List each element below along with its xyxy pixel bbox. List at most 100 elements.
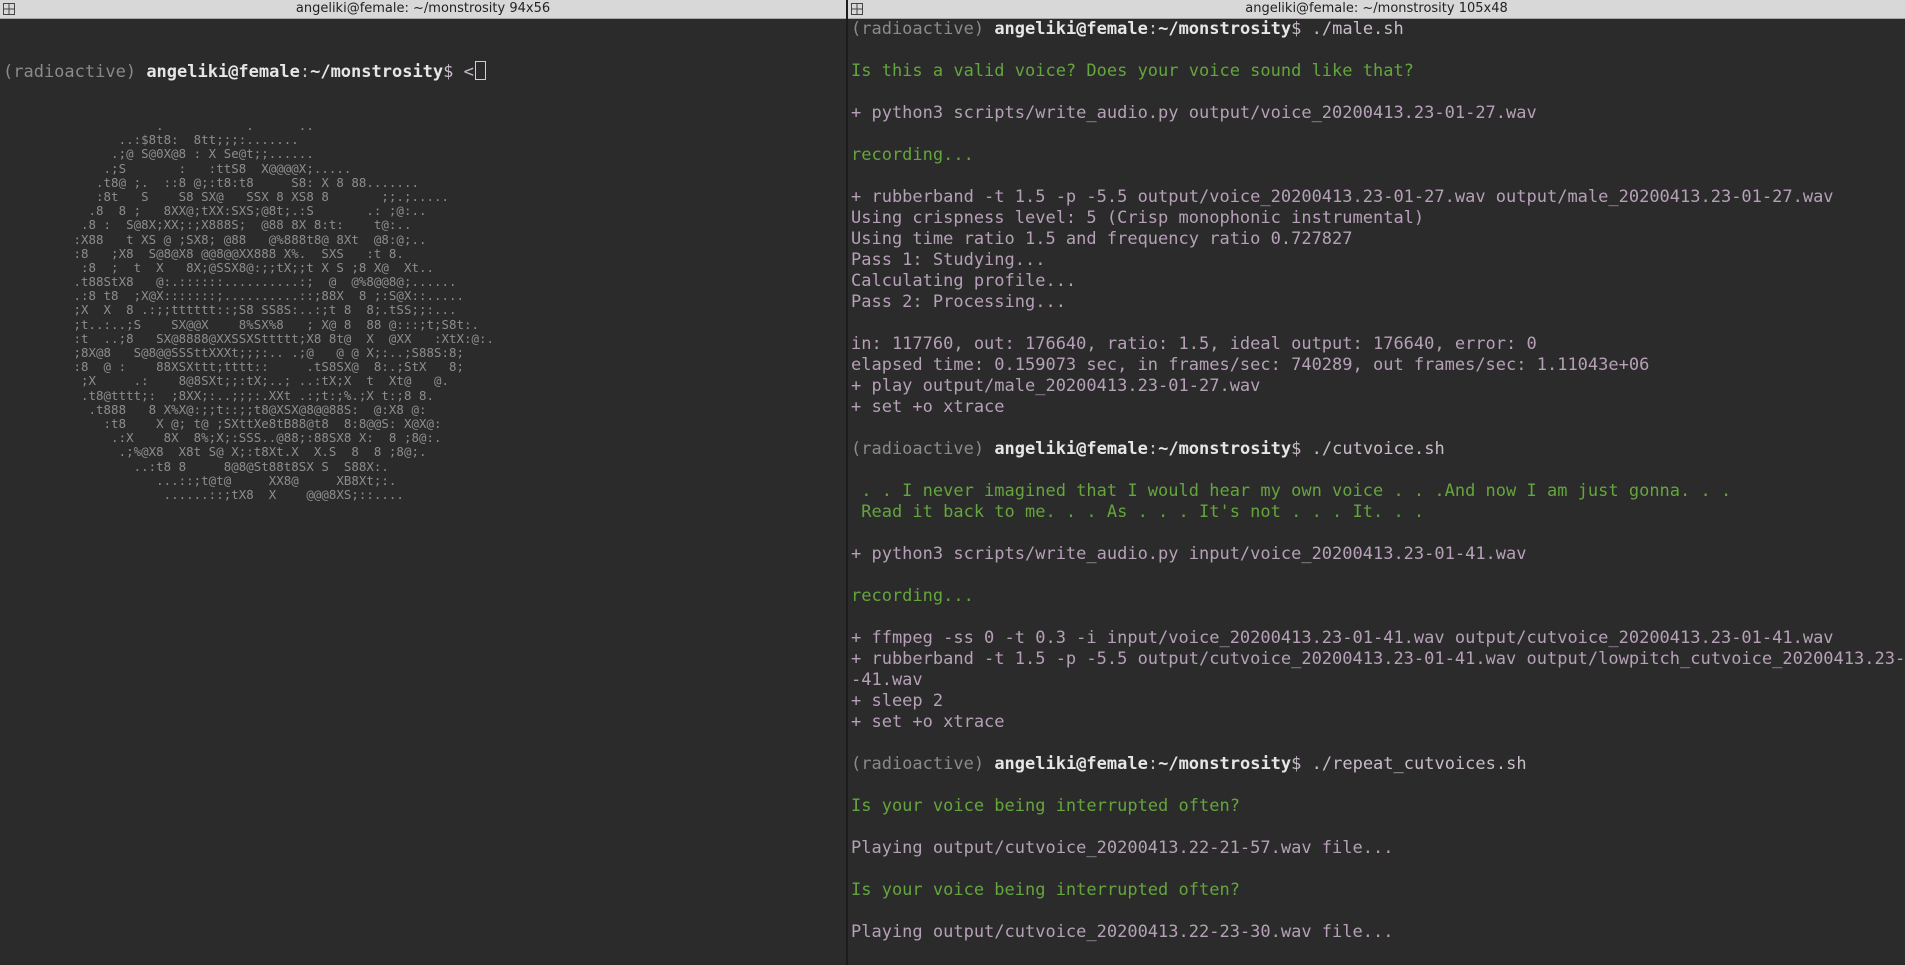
- right-window-title: angeliki@female: ~/monstrosity 105x48: [1245, 1, 1508, 16]
- ascii-art-row: :t ..;8 SX@8888@XXSSXSttttt;X8 8t@ X @XX…: [66, 330, 495, 346]
- ascii-art-row: :t8 X @; t@ ;SXttXe8tB88@t8 8:8@@S: X@X@…: [66, 415, 442, 431]
- ascii-art-row: ......::;tX8 X @@@8XS;::....: [66, 486, 404, 502]
- prompt-sep: :: [1147, 439, 1159, 459]
- right-terminal-pane[interactable]: angeliki@female: ~/monstrosity 105x48 (r…: [848, 0, 1905, 965]
- output-line: + play output/male_20200413.23-01-27.wav: [851, 376, 1261, 396]
- script-message-line: . . I never imagined that I would hear m…: [851, 481, 1732, 501]
- output-line: Pass 2: Processing...: [851, 292, 1066, 312]
- output-line: + ffmpeg -ss 0 -t 0.3 -i input/voice_202…: [851, 628, 1834, 648]
- prompt-path: ~/monstrosity: [1158, 439, 1292, 459]
- ascii-art-row: . . ..: [66, 118, 314, 133]
- ascii-art-row: :8 ; t X 8X;@SSX8@:;;tX;;t X S ;8 X@ Xt.…: [66, 259, 434, 275]
- ascii-art-row: .t888 8 X%X@:;;t::;;t8@XSX@8@@88S: @:X8 …: [66, 401, 427, 417]
- script-message-line: recording...: [851, 145, 974, 165]
- ascii-art-globe: . . .. ..:$8t8: 8tt;;;:....... .;@ S@0X@…: [66, 118, 495, 502]
- ascii-art-row: ;t..:..;S SX@@X 8%SX%8 ; X@ 8 88 @:::;t;…: [66, 316, 480, 332]
- ascii-art-row: .8 8 ; 8XX@;tXX:SXS;@8t;.:S .: ;@:..: [66, 203, 427, 219]
- output-line: + python3 scripts/write_audio.py input/v…: [851, 544, 1527, 564]
- text-cursor: [474, 61, 486, 80]
- output-line: -41.wav: [851, 670, 923, 690]
- prompt-command: <: [453, 62, 474, 82]
- prompt-env: (radioactive): [851, 439, 985, 459]
- ascii-art-row: ;X X 8 .:;;tttttt::;S8 SS8S:..:;t 8 8;.t…: [66, 302, 457, 318]
- ascii-art-row: .t88StX8 @:.::::::..........:; @ @%8@@8@…: [66, 274, 457, 290]
- output-line: Playing output/cutvoice_20200413.22-23-3…: [851, 922, 1394, 942]
- left-terminal-pane[interactable]: angeliki@female: ~/monstrosity 94x56 (ra…: [0, 0, 846, 965]
- prompt-dollar: $: [1291, 439, 1302, 459]
- prompt-command: ./cutvoice.sh: [1301, 439, 1445, 459]
- output-line: Calculating profile...: [851, 271, 1077, 291]
- ascii-art-row: :X88 t XS @ ;SX8; @88 @%888t8@ 8Xt @8:@;…: [66, 231, 427, 247]
- terminal-window-icon[interactable]: [3, 3, 15, 15]
- output-line: Using time ratio 1.5 and frequency ratio…: [851, 229, 1353, 249]
- prompt-sep: :: [1147, 19, 1159, 39]
- prompt-sep: :: [1147, 754, 1159, 774]
- script-message-line: Read it back to me. . . As . . . It's no…: [851, 502, 1425, 522]
- ascii-art-row: .:X 8X 8%;X;:SSS..@88;:88SX8 X: 8 ;8@:.: [66, 430, 442, 446]
- left-window-title: angeliki@female: ~/monstrosity 94x56: [295, 1, 551, 16]
- ascii-art-row: .:8 t8 ;X@X:::::::;..........::;88X 8 ;:…: [66, 288, 465, 304]
- output-line: + python3 scripts/write_audio.py output/…: [851, 103, 1537, 123]
- ascii-art-row: .;@ S@0X@8 : X Se@t;;......: [66, 146, 314, 162]
- prompt-path: ~/monstrosity: [1158, 754, 1292, 774]
- prompt-dollar: $: [443, 62, 454, 82]
- ascii-art-row: :8t S S8 SX@ SSX 8 XS8 8 ;;.;.....: [66, 188, 449, 204]
- ascii-art-row: .t8@ ;. ::8 @;:t8:t8 S8: X 8 88.......: [66, 174, 419, 190]
- prompt-userhost: angeliki@female: [994, 439, 1148, 459]
- ascii-art-row: ;X .: 8@8SXt;;:tX;..; ..:tX;X t Xt@ @.: [66, 373, 449, 389]
- prompt-command: ./repeat_cutvoices.sh: [1301, 754, 1527, 774]
- ascii-art-row: ..:$8t8: 8tt;;;:.......: [66, 132, 299, 148]
- prompt-path: ~/monstrosity: [1158, 19, 1292, 39]
- script-message-line: recording...: [851, 586, 974, 606]
- ascii-art-row: .8 : S@8X;XX;:;X888S; @88 8X 8:t: t@:..: [66, 217, 412, 233]
- right-terminal-output[interactable]: (radioactive) angeliki@female:~/monstros…: [851, 19, 1905, 965]
- prompt-sep: :: [299, 62, 311, 82]
- terminal-window-icon[interactable]: [851, 3, 863, 15]
- prompt-dollar: $: [1291, 754, 1302, 774]
- ascii-art-row: .;S : :ttS8 X@@@@X;.....: [66, 160, 352, 176]
- output-line: elapsed time: 0.159073 sec, in frames/se…: [851, 355, 1650, 375]
- output-line: + rubberband -t 1.5 -p -5.5 output/cutvo…: [851, 649, 1905, 669]
- prompt-userhost: angeliki@female: [146, 62, 300, 82]
- shell-prompt: (radioactive) angeliki@female:~/monstros…: [851, 439, 1903, 460]
- right-titlebar[interactable]: angeliki@female: ~/monstrosity 105x48: [848, 0, 1905, 19]
- script-message-line: Is this a valid voice? Does your voice s…: [851, 61, 1414, 81]
- prompt-userhost: angeliki@female: [994, 19, 1148, 39]
- output-line: Using crispness level: 5 (Crisp monophon…: [851, 208, 1425, 228]
- ascii-art-row: ;8X@8 S@8@@SSSttXXXt;;;:.. .;@ @ @ X;:..…: [66, 345, 465, 360]
- prompt-path: ~/monstrosity: [310, 62, 444, 82]
- ascii-art-row: .;%@X8 X8t S@ X;:t8Xt.X X.S 8 8 ;8@;.: [66, 444, 427, 460]
- left-titlebar[interactable]: angeliki@female: ~/monstrosity 94x56: [0, 0, 846, 19]
- output-line: Playing output/cutvoice_20200413.22-21-5…: [851, 838, 1394, 858]
- ascii-art-row: ...::;t@t@ XX8@ XB8Xt;:.: [66, 472, 397, 488]
- ascii-art-row: :8 ;X8 S@8@X8 @@8@@XX888 X%. SXS :t 8.: [66, 245, 404, 261]
- script-message-line: Is your voice being interrupted often?: [851, 796, 1240, 816]
- output-line: + rubberband -t 1.5 -p -5.5 output/voice…: [851, 187, 1834, 207]
- prompt-env: (radioactive): [851, 19, 985, 39]
- ascii-art-row: .t8@tttt;: ;8XX;:..;;;:.XXt .:;t:;%.;X t…: [66, 387, 434, 403]
- prompt-env: (radioactive): [851, 754, 985, 774]
- prompt-userhost: angeliki@female: [994, 754, 1148, 774]
- shell-prompt: (radioactive) angeliki@female:~/monstros…: [3, 61, 844, 82]
- ascii-art-row: ..:t8 8 8@8@St88t8SX S S88X:.: [66, 458, 389, 474]
- output-line: + set +o xtrace: [851, 397, 1005, 417]
- output-line: in: 117760, out: 176640, ratio: 1.5, ide…: [851, 334, 1537, 354]
- script-message-line: Is your voice being interrupted often?: [851, 880, 1240, 900]
- output-line: Pass 1: Studying...: [851, 250, 1046, 270]
- shell-prompt: (radioactive) angeliki@female:~/monstros…: [851, 19, 1903, 40]
- shell-prompt: (radioactive) angeliki@female:~/monstros…: [851, 754, 1903, 775]
